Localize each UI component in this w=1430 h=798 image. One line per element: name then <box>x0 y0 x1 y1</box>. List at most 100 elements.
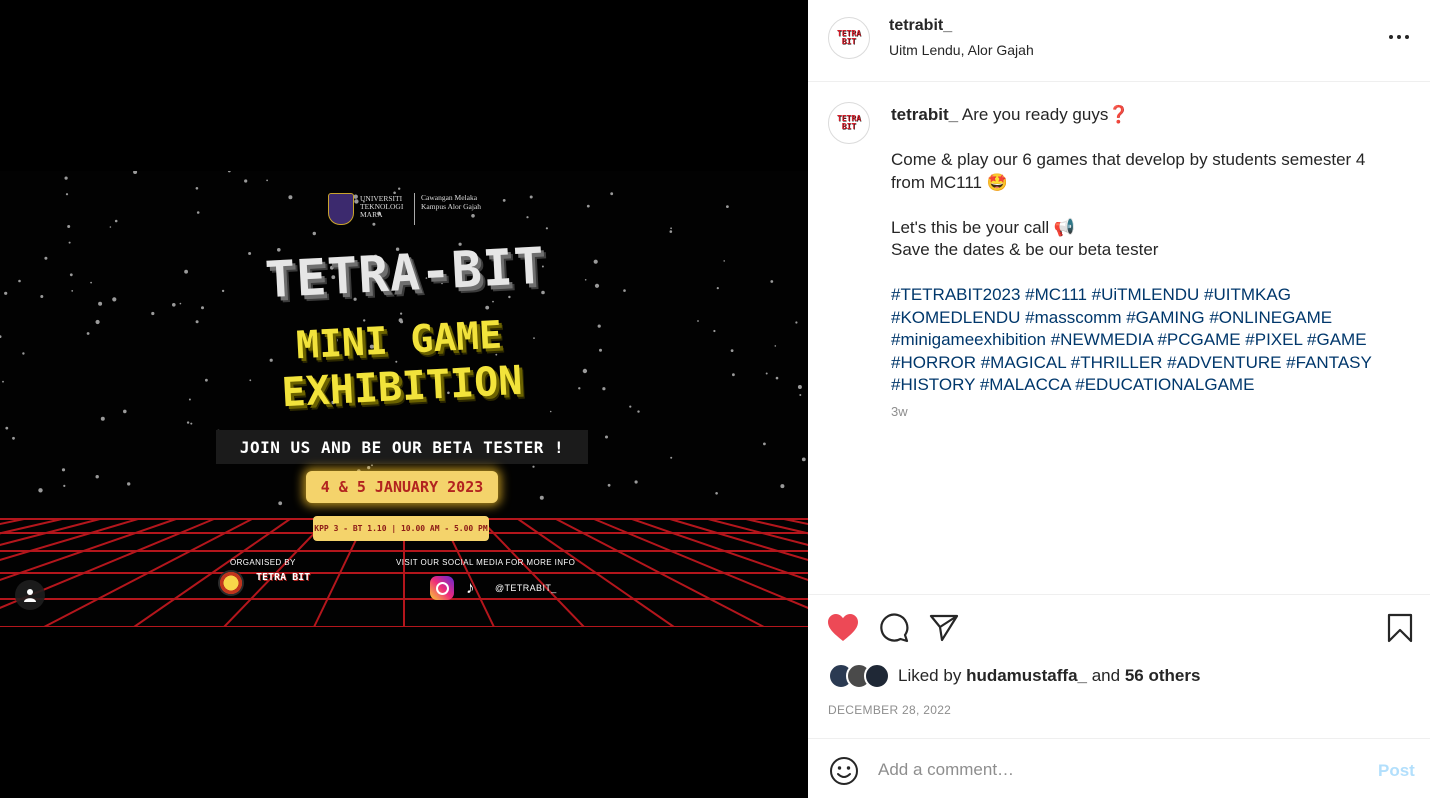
star-dot <box>623 289 626 292</box>
star-dot <box>582 368 588 374</box>
star-dot <box>732 373 735 377</box>
star-dot <box>801 457 806 462</box>
star-dot <box>629 405 632 408</box>
star-dot <box>670 456 673 459</box>
star-dot <box>22 352 25 355</box>
like-button[interactable] <box>826 611 860 645</box>
star-dot <box>529 195 533 199</box>
poster-date: 4 & 5 JANUARY 2023 <box>306 471 498 503</box>
comment-button[interactable] <box>877 611 911 645</box>
post-comment-button[interactable]: Post <box>1378 761 1415 781</box>
star-dot <box>0 335 2 338</box>
star-dot <box>610 192 614 196</box>
star-dot <box>38 488 43 493</box>
poster-join-banner: JOIN US AND BE OUR BETA TESTER ! <box>216 430 588 464</box>
bookmark-icon <box>1387 613 1413 643</box>
star-dot <box>186 421 190 424</box>
tagged-users-button[interactable] <box>15 580 45 610</box>
star-dot <box>114 219 118 223</box>
star-dot <box>367 466 371 470</box>
caption-avatar[interactable]: TETRA BIT <box>828 102 870 144</box>
star-dot <box>278 501 283 506</box>
star-dot <box>179 302 182 305</box>
star-dot <box>492 300 494 303</box>
share-button[interactable] <box>927 611 961 645</box>
caption-hashtags[interactable]: #TETRABIT2023 #MC111 #UiTMLENDU #UITMKAG… <box>891 284 1401 397</box>
star-dot <box>526 216 529 219</box>
more-options-button[interactable] <box>1386 26 1412 48</box>
star-dot <box>799 394 802 396</box>
caption-section: TETRA BIT tetrabit_ Are you ready guys❓ … <box>808 82 1430 594</box>
caption-username-link[interactable]: tetrabit_ <box>891 105 958 124</box>
star-dot <box>184 269 189 274</box>
star-dot <box>730 349 734 352</box>
profile-avatar[interactable]: TETRA BIT <box>828 17 870 59</box>
university-crest-icon <box>328 193 354 225</box>
star-dot <box>312 231 316 236</box>
star-dot <box>64 176 68 180</box>
star-dot <box>195 187 199 190</box>
post-date[interactable]: DECEMBER 28, 2022 <box>828 703 951 717</box>
comment-input[interactable] <box>878 755 1348 785</box>
caption-text: tetrabit_ Are you ready guys❓ Come & pla… <box>891 104 1401 397</box>
star-dot <box>65 193 69 196</box>
tiktok-icon: ♪ <box>466 578 475 597</box>
star-dot <box>593 259 598 264</box>
star-dot <box>770 280 774 283</box>
star-dot <box>196 211 200 214</box>
star-dot <box>605 435 608 439</box>
star-dot <box>578 387 581 390</box>
star-dot <box>201 306 204 310</box>
star-dot <box>398 187 401 190</box>
send-icon <box>929 614 959 642</box>
organised-by-label: ORGANISED BY <box>230 558 296 567</box>
caption-time-ago[interactable]: 3w <box>891 404 908 419</box>
heart-filled-icon <box>828 614 858 641</box>
star-dot <box>602 387 606 391</box>
star-dot <box>112 297 117 302</box>
post-details-panel: TETRA BIT tetrabit_ Uitm Lendu, Alor Gaj… <box>808 0 1430 798</box>
star-dot <box>763 442 766 446</box>
liker-avatar[interactable] <box>864 663 890 689</box>
star-dot <box>797 385 802 389</box>
star-dot <box>533 337 535 339</box>
star-dot <box>18 279 21 283</box>
liked-by-label: Liked by <box>898 666 962 685</box>
star-dot <box>98 301 103 306</box>
star-dot <box>109 226 112 228</box>
liked-and-label: and <box>1091 666 1121 685</box>
smiley-icon <box>830 757 858 785</box>
liked-user-link[interactable]: hudamustaffa_ <box>966 666 1087 685</box>
star-dot <box>584 279 587 281</box>
user-icon <box>24 589 36 602</box>
university-logo: UNIVERSITI TEKNOLOGI MARA Cawangan Melak… <box>328 193 491 225</box>
star-dot <box>133 171 138 174</box>
star-dot <box>86 332 90 335</box>
post-media[interactable]: UNIVERSITI TEKNOLOGI MARA Cawangan Melak… <box>0 0 808 798</box>
star-dot <box>151 311 155 316</box>
star-dot <box>607 483 611 487</box>
star-dot <box>4 291 8 295</box>
star-dot <box>61 468 66 472</box>
comment-icon <box>880 613 909 643</box>
star-dot <box>244 179 248 183</box>
star-dot <box>63 484 66 487</box>
star-dot <box>775 376 779 380</box>
star-dot <box>90 281 92 284</box>
emoji-button[interactable] <box>828 755 860 787</box>
star-dot <box>371 464 373 467</box>
liked-others-link[interactable]: 56 others <box>1125 666 1201 685</box>
star-dot <box>532 465 535 468</box>
avatar-logo-text: TETRA BIT <box>836 114 862 131</box>
header-username-link[interactable]: tetrabit_ <box>889 17 952 35</box>
star-dot <box>12 436 15 440</box>
save-button[interactable] <box>1383 611 1417 645</box>
star-dot <box>634 480 638 484</box>
poster-venue-time: KPP 3 - BT 1.10 | 10.00 AM - 5.00 PM <box>313 516 489 541</box>
star-dot <box>774 345 777 347</box>
star-dot <box>795 321 798 324</box>
star-dot <box>67 225 71 228</box>
star-dot <box>715 492 718 495</box>
star-dot <box>485 305 490 310</box>
location-link[interactable]: Uitm Lendu, Alor Gajah <box>889 42 1034 58</box>
